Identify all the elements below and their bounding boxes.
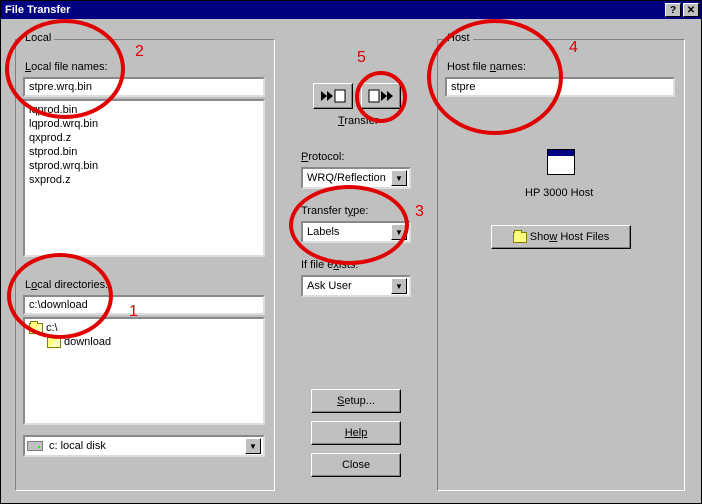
tree-child[interactable]: download bbox=[29, 335, 259, 349]
arrow-right-icon bbox=[367, 89, 395, 103]
annotation-num-5: 5 bbox=[357, 49, 366, 67]
chevron-down-icon: ▼ bbox=[391, 224, 407, 240]
annotation-num-3: 3 bbox=[415, 203, 424, 221]
transfer-label: Transfer bbox=[338, 115, 379, 127]
list-item[interactable]: sxprod.z bbox=[29, 173, 259, 187]
protocol-select[interactable]: WRQ/Reflection ▼ bbox=[301, 167, 411, 189]
close-icon[interactable]: ✕ bbox=[683, 3, 699, 17]
tree-root[interactable]: c:\ bbox=[29, 321, 259, 335]
window-title: File Transfer bbox=[3, 4, 663, 16]
local-dir-input[interactable] bbox=[23, 295, 265, 315]
local-legend: Local bbox=[22, 32, 54, 44]
help-button[interactable]: Help bbox=[311, 421, 401, 445]
transfer-to-local-button[interactable] bbox=[313, 83, 353, 109]
transfer-type-label: Transfer type: bbox=[301, 205, 368, 217]
protocol-label: Protocol: bbox=[301, 151, 344, 163]
host-filenames-label: Host file names: bbox=[447, 61, 526, 73]
folder-open-icon bbox=[47, 337, 61, 348]
show-host-files-button[interactable]: Show Host Files bbox=[491, 225, 631, 249]
list-item[interactable]: stprod.wrq.bin bbox=[29, 159, 259, 173]
host-computer-icon bbox=[547, 149, 575, 175]
drive-icon bbox=[27, 441, 43, 451]
chevron-down-icon: ▼ bbox=[391, 278, 407, 294]
transfer-to-host-button[interactable] bbox=[361, 83, 401, 109]
host-legend: Host bbox=[444, 32, 473, 44]
titlebar: File Transfer ? ✕ bbox=[1, 1, 701, 19]
host-filename-input[interactable] bbox=[445, 77, 675, 97]
if-exists-select[interactable]: Ask User ▼ bbox=[301, 275, 411, 297]
file-transfer-window: File Transfer ? ✕ Local Local file names… bbox=[0, 0, 702, 504]
chevron-down-icon: ▼ bbox=[245, 438, 261, 454]
local-filename-input[interactable] bbox=[23, 77, 265, 97]
local-file-list[interactable]: lqprod.bin lqprod.wrq.bin qxprod.z stpro… bbox=[23, 99, 265, 257]
drive-select[interactable]: c: local disk ▼ bbox=[23, 435, 265, 457]
close-button[interactable]: Close bbox=[311, 453, 401, 477]
host-label: HP 3000 Host bbox=[525, 187, 593, 199]
host-group: Host bbox=[437, 39, 685, 491]
setup-button[interactable]: Setup... bbox=[311, 389, 401, 413]
if-exists-label: If file exists: bbox=[301, 259, 358, 271]
local-dirs-label: Local directories: bbox=[25, 279, 108, 291]
help-button[interactable]: ? bbox=[665, 3, 681, 17]
list-item[interactable]: qxprod.z bbox=[29, 131, 259, 145]
arrow-left-icon bbox=[319, 89, 347, 103]
folder-open-icon bbox=[29, 323, 43, 334]
local-filenames-label: Local file names: bbox=[25, 61, 108, 73]
list-item[interactable]: lqprod.bin bbox=[29, 103, 259, 117]
folder-icon bbox=[513, 232, 527, 243]
list-item[interactable]: stprod.bin bbox=[29, 145, 259, 159]
chevron-down-icon: ▼ bbox=[391, 170, 407, 186]
local-dir-tree[interactable]: c:\ download bbox=[23, 317, 265, 425]
list-item[interactable]: lqprod.wrq.bin bbox=[29, 117, 259, 131]
transfer-type-select[interactable]: Labels ▼ bbox=[301, 221, 411, 243]
